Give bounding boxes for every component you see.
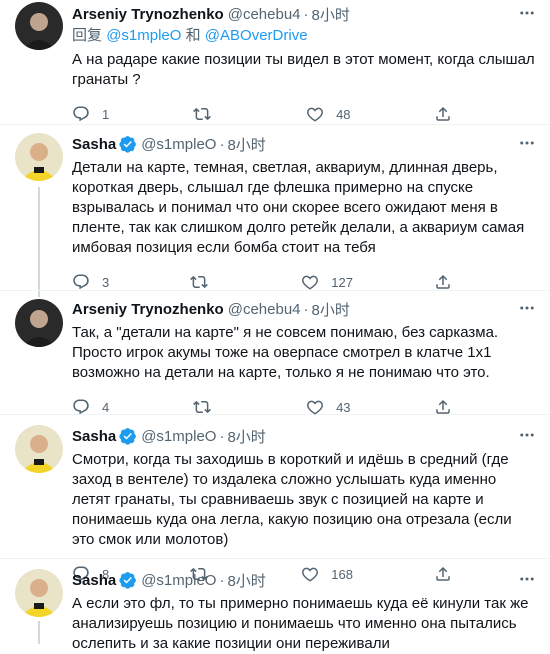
- avatar[interactable]: [15, 299, 63, 347]
- like-icon: [302, 275, 319, 290]
- timestamp[interactable]: 8小时: [312, 299, 350, 320]
- like-button[interactable]: 43: [306, 397, 351, 417]
- retweet-icon: [192, 107, 211, 121]
- separator: ·: [219, 427, 225, 445]
- share-button[interactable]: [434, 397, 452, 417]
- tweet[interactable]: Sasha @s1mpleO · 8小时 Смотри, когда ты за…: [0, 415, 550, 582]
- timestamp[interactable]: 8小时: [227, 134, 265, 155]
- author-name[interactable]: Sasha: [72, 428, 116, 445]
- like-button[interactable]: 127: [301, 272, 353, 292]
- author-name[interactable]: Arseniy Trynozhenko: [72, 301, 224, 318]
- thread-line: [38, 621, 40, 644]
- avatar[interactable]: [15, 2, 63, 50]
- verified-badge-icon: [119, 135, 137, 153]
- tweet-header: Sasha @s1mpleO · 8小时: [72, 570, 538, 590]
- reply-icon: [73, 274, 89, 290]
- avatar[interactable]: [15, 569, 63, 617]
- timestamp[interactable]: 8小时: [227, 426, 265, 447]
- timestamp[interactable]: 8小时: [227, 570, 265, 591]
- retweet-button[interactable]: [192, 104, 223, 124]
- author-handle[interactable]: @cehebu4: [228, 301, 301, 318]
- more-icon[interactable]: [516, 2, 538, 24]
- separator: ·: [219, 135, 225, 153]
- reply-count: 1: [102, 106, 110, 122]
- reply-count: 3: [102, 274, 110, 290]
- more-icon[interactable]: [516, 424, 538, 446]
- reply-button[interactable]: 3: [72, 272, 109, 292]
- share-icon: [436, 399, 450, 414]
- tweet-actions: 1 48: [72, 104, 452, 124]
- tweet[interactable]: Sasha @s1mpleO · 8小时 А если это фл, то т…: [0, 559, 550, 652]
- author-handle[interactable]: @s1mpleO: [141, 428, 216, 445]
- more-icon[interactable]: [516, 568, 538, 590]
- thread-line: [38, 187, 40, 290]
- tweet-text: А если это фл, то ты примерно понимаешь …: [72, 595, 529, 652]
- share-icon: [436, 274, 450, 289]
- tweet[interactable]: Arseniy Trynozhenko @cehebu4 · 8小时 Так, …: [0, 291, 550, 415]
- timestamp[interactable]: 8小时: [312, 4, 350, 25]
- tweet-header: Arseniy Trynozhenko @cehebu4 · 8小时: [72, 299, 538, 319]
- more-icon[interactable]: [516, 297, 538, 319]
- tweet-actions: 3 127: [72, 272, 452, 292]
- reply-button[interactable]: 4: [72, 397, 109, 417]
- mention-link[interactable]: @ABOverDrive: [205, 27, 308, 44]
- more-icon[interactable]: [516, 132, 538, 154]
- retweet-icon: [190, 275, 209, 289]
- share-button[interactable]: [434, 272, 452, 292]
- reply-icon: [73, 399, 89, 415]
- like-count: 48: [336, 106, 351, 122]
- like-icon: [307, 400, 324, 415]
- retweet-button[interactable]: [190, 272, 220, 292]
- like-icon: [307, 107, 324, 122]
- tweet-header: Sasha @s1mpleO · 8小时: [72, 134, 538, 154]
- reply-context: 回复 @s1mpleO 和 @ABOverDrive: [72, 26, 538, 46]
- author-handle[interactable]: @cehebu4: [228, 6, 301, 23]
- reply-prefix: 回复: [72, 27, 103, 44]
- share-button[interactable]: [434, 104, 452, 124]
- like-count: 43: [336, 399, 351, 415]
- separator: ·: [303, 300, 309, 318]
- verified-badge-icon: [119, 571, 137, 589]
- tweet-actions: 4 43: [72, 397, 452, 417]
- author-handle[interactable]: @s1mpleO: [141, 136, 216, 153]
- retweet-icon: [192, 400, 211, 414]
- verified-badge-icon: [119, 427, 137, 445]
- thread-line: [38, 291, 40, 297]
- reply-button[interactable]: 1: [72, 104, 109, 124]
- mention-link[interactable]: @s1mpleO: [106, 27, 181, 44]
- separator: ·: [219, 571, 225, 589]
- tweet-header: Sasha @s1mpleO · 8小时: [72, 426, 538, 446]
- like-button[interactable]: 48: [306, 104, 351, 124]
- avatar[interactable]: [15, 425, 63, 473]
- tweet-text: Смотри, когда ты заходишь в короткий и и…: [72, 451, 512, 548]
- avatar[interactable]: [15, 133, 63, 181]
- tweet[interactable]: Sasha @s1mpleO · 8小时 Детали на карте, те…: [0, 125, 550, 291]
- tweet[interactable]: Arseniy Trynozhenko @cehebu4 · 8小时 回复 @s…: [0, 0, 550, 125]
- tweet-text: А на радаре какие позиции ты видел в это…: [72, 51, 535, 88]
- tweet-text: Детали на карте, темная, светлая, аквари…: [72, 159, 525, 256]
- author-name[interactable]: Sasha: [72, 136, 116, 153]
- separator: ·: [303, 5, 309, 23]
- author-name[interactable]: Sasha: [72, 572, 116, 589]
- author-handle[interactable]: @s1mpleO: [141, 572, 216, 589]
- reply-count: 4: [102, 399, 110, 415]
- share-icon: [436, 106, 450, 121]
- like-count: 127: [331, 274, 353, 290]
- author-name[interactable]: Arseniy Trynozhenko: [72, 6, 224, 23]
- tweet-header: Arseniy Trynozhenko @cehebu4 · 8小时: [72, 4, 538, 24]
- reply-icon: [73, 106, 89, 122]
- reply-and: 和: [185, 27, 201, 44]
- tweet-text: Так, а "детали на карте" я не совсем пон…: [72, 324, 499, 381]
- retweet-button[interactable]: [192, 397, 223, 417]
